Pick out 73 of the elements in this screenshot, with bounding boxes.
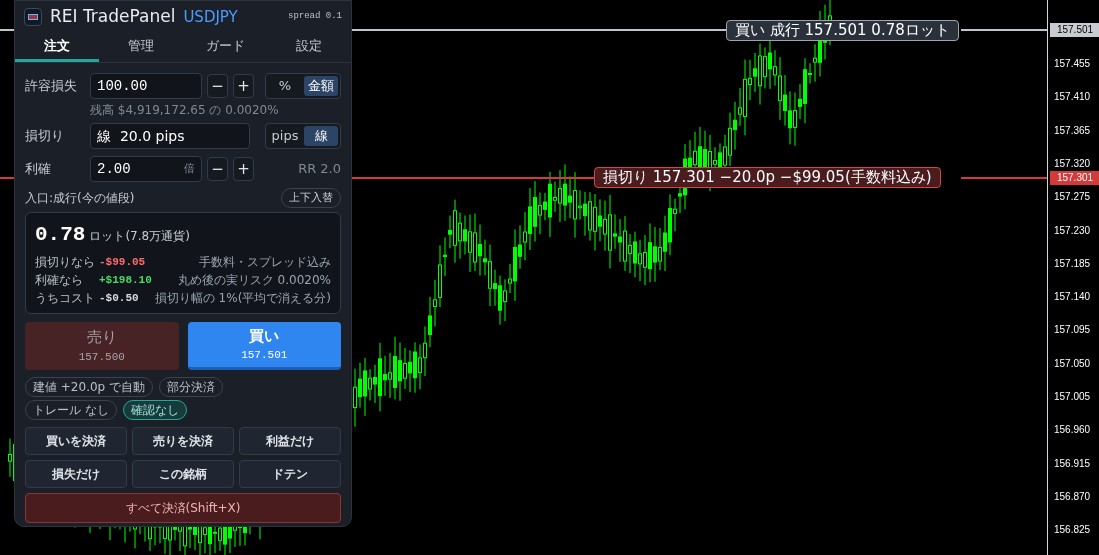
buy-price-tag: 157.501 (1050, 23, 1099, 37)
summary-label: うちコスト (35, 290, 96, 307)
price-axis-label: 157.005 (1054, 391, 1091, 404)
field-label: 利確 (25, 160, 52, 179)
summary-value: -$0.50 (99, 290, 139, 306)
toggle-option[interactable]: 線 (304, 126, 338, 146)
tab[interactable]: 注文 (15, 33, 99, 62)
price-axis-label: 156.915 (1054, 457, 1091, 470)
lot-size: 0.78 (35, 222, 86, 248)
stop-loss-line[interactable] (0, 177, 14, 179)
symbol-label: USDJPY (183, 6, 238, 28)
stop-loss-input-field[interactable]: 線 20.0 pips (90, 123, 250, 149)
price-axis-label: 157.275 (1054, 191, 1091, 204)
field-label: 許容損失 (25, 77, 78, 96)
tab[interactable]: ガード (183, 33, 267, 62)
price-axis-label: 156.870 (1054, 490, 1091, 503)
summary-note: 損切り幅の 1%(平均で消える分) (154, 290, 331, 307)
action-button[interactable]: 買いを決済 (25, 426, 127, 455)
summary-label: 利確なら (35, 272, 84, 289)
price-axis-label: 157.095 (1054, 324, 1091, 337)
price-axis-label: 156.960 (1054, 424, 1091, 437)
lot-unit: ロット(7.8万通貨) (89, 228, 190, 245)
risk-reward-label: RR 2.0 (298, 160, 341, 179)
toggle-option[interactable]: 金額 (304, 76, 338, 96)
close-all-button[interactable]: すべて決済(Shift+X) (25, 492, 341, 523)
summary-note: 丸め後の実リスク 0.0020% (177, 272, 331, 289)
price-axis-label: 157.455 (1054, 58, 1091, 71)
balance-hint: 残高 $4,919,172.65 の 0.0020% (89, 102, 280, 118)
price-axis-label: 157.050 (1054, 357, 1091, 370)
price-axis-label: 157.140 (1054, 291, 1091, 304)
app-logo-icon (24, 8, 42, 26)
action-button[interactable]: ドテン (239, 459, 341, 488)
option-chip[interactable]: 確認なし (122, 399, 187, 420)
plus-button[interactable]: + (233, 157, 254, 181)
buy-line-label: 買い 成行 157.501 0.78ロット (726, 20, 959, 41)
take-profit-input-field[interactable]: 2.00 倍 (90, 156, 202, 182)
action-button[interactable]: 売りを決済 (132, 426, 234, 455)
price-axis-label: 157.320 (1054, 157, 1091, 170)
panel-title: REI TradePanel (50, 5, 176, 29)
action-button[interactable]: この銘柄 (132, 459, 234, 488)
tab[interactable]: 管理 (99, 33, 183, 62)
buy-price-line[interactable] (352, 29, 726, 31)
action-button[interactable]: 利益だけ (239, 426, 341, 455)
minus-button[interactable]: − (207, 74, 228, 98)
summary-label: 損切りなら (35, 254, 96, 271)
unit-toggle[interactable]: pips 線 (265, 123, 341, 149)
unit-toggle[interactable]: % 金額 (265, 73, 341, 99)
summary-value: +$198.10 (99, 272, 152, 288)
price-axis-label: 157.185 (1054, 257, 1091, 270)
price-axis-label: 157.365 (1054, 124, 1091, 137)
tab[interactable]: 設定 (267, 33, 351, 62)
risk-input-field[interactable]: 100.00 (90, 73, 202, 99)
stop-line-label: 損切り 157.301 −20.0p −$99.05(手数料込み) (594, 167, 941, 188)
toggle-option[interactable]: pips (268, 126, 302, 146)
sell-button[interactable]: 売り 157.500 (25, 321, 179, 370)
entry-label: 入口:成行(今の値段) (25, 190, 135, 207)
plus-button[interactable]: + (233, 74, 254, 98)
stop-loss-line[interactable] (961, 177, 1047, 179)
buy-price-line[interactable] (961, 29, 1047, 31)
spread-label: spread 0.1 (288, 10, 342, 24)
toggle-option[interactable]: % (268, 76, 302, 96)
stop-price-tag: 157.301 (1050, 171, 1099, 185)
price-axis-label: 157.230 (1054, 224, 1091, 237)
action-button[interactable]: 損失だけ (25, 459, 127, 488)
buy-button[interactable]: 買い 157.501 (187, 321, 341, 370)
buy-price-line[interactable] (0, 29, 14, 31)
minus-button[interactable]: − (207, 157, 228, 181)
price-axis-label: 157.410 (1054, 91, 1091, 104)
field-label: 損切り (25, 127, 65, 146)
summary-note: 手数料・スプレッド込み (199, 254, 331, 271)
stop-loss-line[interactable] (352, 177, 594, 179)
price-axis-label: 156.825 (1054, 524, 1091, 537)
summary-value: -$99.05 (99, 254, 146, 270)
